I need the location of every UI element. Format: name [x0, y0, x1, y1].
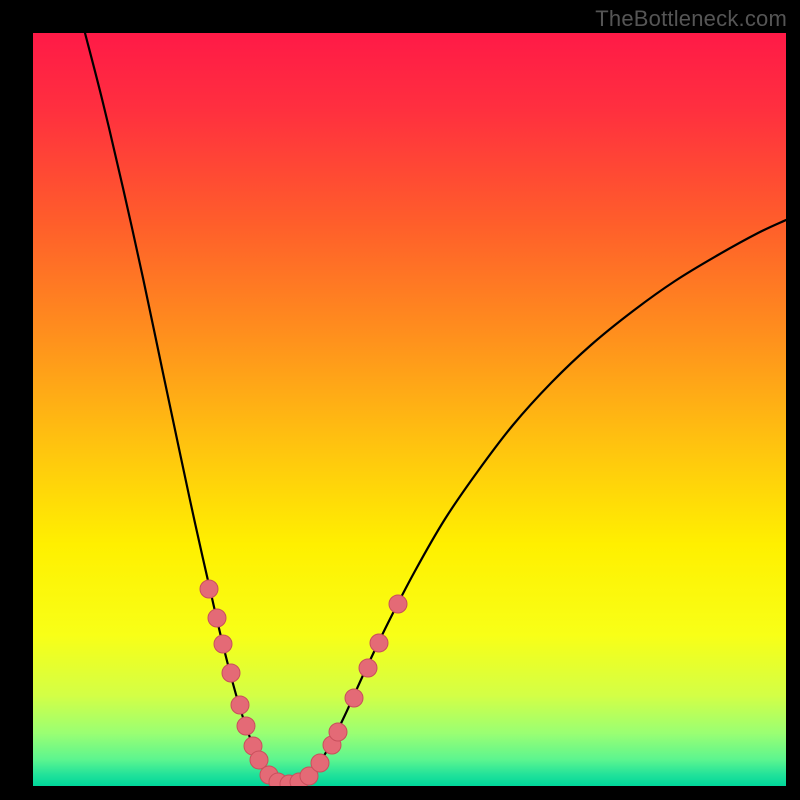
watermark-text: TheBottleneck.com [595, 6, 787, 32]
data-marker [311, 754, 329, 772]
data-marker [200, 580, 218, 598]
data-marker [214, 635, 232, 653]
plot-svg [33, 33, 786, 786]
data-marker [370, 634, 388, 652]
data-marker [329, 723, 347, 741]
data-marker [237, 717, 255, 735]
data-marker [359, 659, 377, 677]
plot-area [33, 33, 786, 786]
data-marker [345, 689, 363, 707]
data-marker [389, 595, 407, 613]
data-marker [231, 696, 249, 714]
data-marker [222, 664, 240, 682]
data-marker [208, 609, 226, 627]
chart-frame: TheBottleneck.com [0, 0, 800, 800]
gradient-background [33, 33, 786, 786]
